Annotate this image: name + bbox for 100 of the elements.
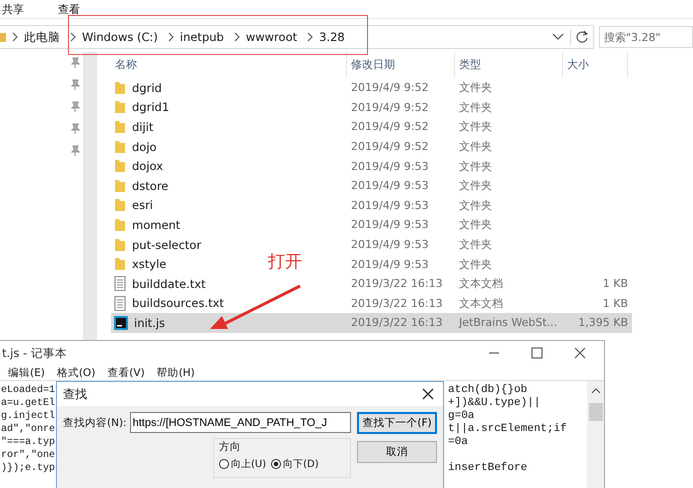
code-line: ror","one	[1, 450, 56, 461]
folder-icon	[114, 100, 126, 114]
file-date: 2019/3/22 16:13	[350, 316, 444, 330]
code-line: ad","onre	[1, 424, 56, 435]
dialog-button[interactable]: 取消	[357, 441, 437, 463]
file-size: 1 KB	[602, 277, 628, 290]
scrollbar[interactable]	[83, 52, 97, 340]
column-header[interactable]: 类型	[455, 52, 563, 78]
folder-icon	[114, 238, 126, 252]
search-field[interactable]: 搜索"3.28"	[599, 26, 693, 48]
file-type: 文本文档	[458, 296, 504, 311]
folder-icon	[114, 257, 126, 272]
code-line: +])&&U.type)||	[448, 397, 540, 409]
file-name: put-selector	[132, 238, 202, 252]
menu-item[interactable]: 格式(O)	[56, 366, 96, 380]
column-header[interactable]: 名称	[111, 52, 347, 78]
maximize-icon[interactable]	[531, 347, 543, 359]
field-label: 查找内容(N):	[63, 416, 127, 430]
window-title: t.js - 记事本	[2, 346, 67, 360]
close-icon[interactable]	[421, 387, 435, 401]
text-file-icon	[114, 296, 126, 311]
file-type: 文件夹	[458, 217, 493, 232]
breadcrumb-item[interactable]: 3.28	[319, 30, 345, 44]
pin-icon[interactable]	[70, 57, 80, 69]
close-icon[interactable]	[574, 347, 586, 359]
menu-item[interactable]: 帮助(H)	[156, 366, 195, 380]
file-type: 文件夹	[458, 256, 493, 272]
file-type: 文件夹	[458, 237, 493, 252]
folder-icon	[114, 159, 126, 174]
menu-item[interactable]: 查看(V)	[107, 366, 145, 380]
file-type: 文件夹	[458, 198, 493, 213]
find-input-field[interactable]: https://[HOSTNAME_AND_PATH_TO_J	[130, 412, 351, 433]
file-type: 文件夹	[458, 178, 493, 194]
code-line: a=u.getEl	[1, 398, 56, 409]
file-type: 文件夹	[458, 139, 493, 154]
file-date: 2019/4/9 9:52	[350, 140, 430, 154]
file-date: 2019/4/9 9:53	[350, 238, 430, 252]
address-bar[interactable]: 此电脑 Windows (C:) inetpub wwwroot 3.28	[0, 25, 594, 49]
column-header[interactable]: 大小	[563, 52, 628, 78]
scroll-up-icon[interactable]	[590, 387, 600, 395]
file-name: dojox	[132, 159, 164, 174]
file-type: 文件夹	[458, 119, 493, 134]
chevron-icon	[232, 32, 241, 42]
file-name: dstore	[132, 178, 168, 193]
file-date: 2019/4/9 9:53	[350, 179, 430, 192]
file-date: 2019/4/9 9:53	[350, 258, 430, 271]
scrollbar-thumb[interactable]	[588, 403, 602, 421]
file-name: dgrid	[132, 80, 162, 95]
ribbon-tab[interactable]: 查看	[58, 2, 80, 16]
file-date: 2019/4/9 9:53	[350, 218, 430, 232]
radio-label: 向下(D)	[283, 458, 319, 471]
chevron-icon	[11, 32, 19, 42]
code-line: eLoaded=1	[1, 385, 56, 396]
folder-icon	[114, 218, 126, 232]
file-date: 2019/4/9 9:52	[350, 100, 430, 114]
menu-item[interactable]: 编辑(E)	[8, 366, 45, 380]
folder-icon	[114, 140, 126, 154]
dropdown-icon[interactable]	[551, 32, 565, 42]
refresh-icon[interactable]	[570, 29, 590, 45]
code-line: "===a.typ	[1, 437, 56, 448]
breadcrumb-item[interactable]: Windows (C:)	[82, 30, 158, 44]
file-name: dijit	[132, 120, 154, 134]
file-date: 2019/4/9 9:52	[350, 81, 430, 94]
text-file-icon	[114, 276, 126, 292]
radio-button[interactable]	[219, 459, 229, 469]
dialog-title: 查找	[63, 386, 87, 402]
scrollbar[interactable]	[587, 381, 604, 488]
file-name: buildsources.txt	[132, 296, 224, 310]
code-line: insertBefore	[448, 462, 528, 474]
file-type: 文本文档	[458, 276, 504, 292]
pin-icon[interactable]	[70, 123, 80, 135]
ribbon-tab[interactable]: 共享	[2, 2, 24, 16]
script-file-icon	[114, 316, 128, 330]
pin-icon[interactable]	[70, 145, 80, 157]
file-type: 文件夹	[458, 158, 493, 174]
folder-icon	[114, 198, 126, 212]
chevron-icon	[166, 32, 175, 42]
code-line: g=0a	[448, 410, 474, 422]
file-date: 2019/3/22 16:13	[350, 277, 444, 290]
breadcrumb-item[interactable]: inetpub	[180, 30, 224, 44]
file-name: xstyle	[132, 257, 166, 272]
column-header[interactable]: 修改日期	[347, 52, 455, 78]
breadcrumb-item[interactable]: 此电脑	[24, 30, 60, 44]
file-date: 2019/3/22 16:13	[350, 296, 444, 310]
file-date: 2019/4/9 9:53	[350, 160, 430, 173]
file-name: dgrid1	[132, 100, 170, 114]
file-name: dojo	[132, 140, 157, 154]
group-title: 方向	[219, 441, 241, 453]
breadcrumb-item[interactable]: wwwroot	[246, 30, 298, 44]
selected-file-row[interactable]: init.js 2019/3/22 16:13 JetBrains WebSt... 1,395 KB	[111, 313, 632, 333]
dialog-button[interactable]: 查找下一个(F)	[357, 412, 437, 434]
file-size: 1,395 KB	[577, 316, 628, 330]
pin-icon[interactable]	[70, 79, 80, 91]
code-line: )});e.typ	[1, 463, 56, 474]
file-type: 文件夹	[458, 100, 493, 115]
folder-icon	[114, 80, 126, 95]
pin-icon[interactable]	[70, 101, 80, 113]
radio-button[interactable]	[271, 459, 282, 469]
code-line: g.injectl	[1, 411, 56, 422]
chevron-icon	[69, 32, 77, 42]
